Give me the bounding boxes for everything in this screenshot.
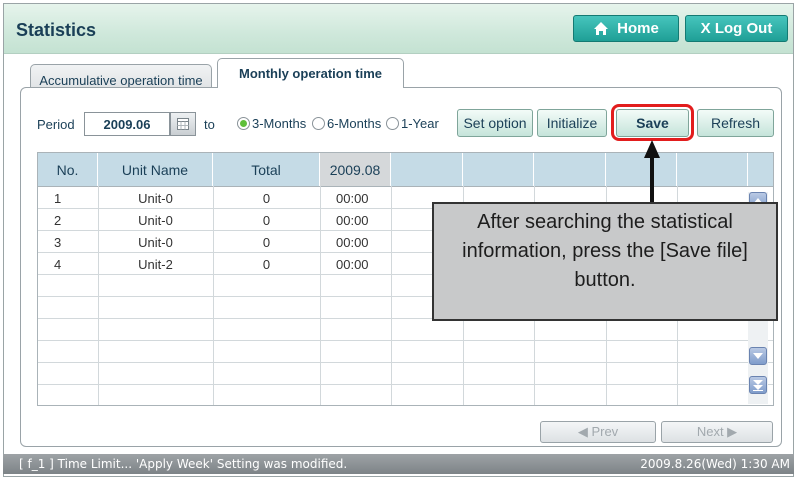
home-button-label: Home bbox=[617, 20, 659, 37]
table-cell: 00:00 bbox=[336, 234, 369, 250]
table-cell: Unit-0 bbox=[138, 212, 173, 228]
radio-3-months-label[interactable]: 3-Months bbox=[252, 116, 306, 131]
instruction-callout: After searching the statistical informat… bbox=[432, 202, 778, 321]
table-cell: 2 bbox=[54, 212, 62, 228]
column-header: 2009.08 bbox=[320, 153, 391, 186]
column-header bbox=[534, 153, 606, 186]
table-cell: 00:00 bbox=[336, 256, 369, 272]
radio-6-months-label[interactable]: 6-Months bbox=[327, 116, 381, 131]
column-header bbox=[463, 153, 534, 186]
period-label: Period bbox=[37, 117, 75, 132]
to-label: to bbox=[204, 117, 215, 132]
status-datetime: 2009.8.26(Wed) 1:30 AM bbox=[640, 457, 790, 471]
page-title: Statistics bbox=[16, 20, 97, 40]
status-message: [ f_1 ] Time Limit... 'Apply Week' Setti… bbox=[19, 457, 348, 471]
logout-button[interactable]: X Log Out bbox=[685, 15, 788, 42]
column-header bbox=[677, 153, 748, 186]
table-cell: 0 bbox=[262, 190, 271, 206]
calendar-button[interactable] bbox=[170, 112, 196, 136]
callout-arrow bbox=[644, 140, 660, 204]
period-input[interactable]: 2009.06 bbox=[84, 112, 170, 136]
status-bar: [ f_1 ] Time Limit... 'Apply Week' Setti… bbox=[3, 454, 794, 474]
table-cell: Unit-0 bbox=[138, 190, 173, 206]
table-cell: 00:00 bbox=[336, 212, 369, 228]
scroll-bottom-button[interactable] bbox=[749, 376, 767, 394]
table-cell: Unit-2 bbox=[138, 256, 173, 272]
radio-3-months[interactable] bbox=[237, 117, 250, 130]
table-cell: 0 bbox=[262, 234, 271, 250]
table-cell: 00:00 bbox=[336, 190, 369, 206]
column-header: Unit Name bbox=[98, 153, 213, 186]
radio-6-months[interactable] bbox=[312, 117, 325, 130]
radio-1-year-label[interactable]: 1-Year bbox=[401, 116, 439, 131]
column-header bbox=[391, 153, 463, 186]
radio-1-year[interactable] bbox=[386, 117, 399, 130]
chevron-down-icon bbox=[753, 353, 763, 359]
calendar-icon bbox=[177, 118, 189, 130]
refresh-button[interactable]: Refresh bbox=[697, 109, 774, 137]
scroll-down-button[interactable] bbox=[749, 347, 767, 365]
table-cell: Unit-0 bbox=[138, 234, 173, 250]
table-cell: 4 bbox=[54, 256, 62, 272]
table-cell: 3 bbox=[54, 234, 62, 250]
tab-monthly-operation-time[interactable]: Monthly operation time bbox=[217, 58, 404, 88]
double-chevron-down-icon bbox=[753, 379, 763, 391]
column-header: No. bbox=[38, 153, 98, 186]
next-page-button[interactable]: Next ▶ bbox=[661, 421, 773, 443]
save-highlight-box bbox=[611, 104, 694, 141]
set-option-button[interactable]: Set option bbox=[457, 109, 533, 137]
row-divider bbox=[38, 384, 773, 385]
table-cell: 0 bbox=[262, 212, 271, 228]
row-divider bbox=[38, 362, 773, 363]
title-bar: Statistics Home X Log Out bbox=[4, 4, 793, 54]
table-cell: 1 bbox=[54, 190, 62, 206]
home-button[interactable]: Home bbox=[573, 15, 679, 42]
column-header: Total bbox=[213, 153, 320, 186]
home-icon bbox=[594, 22, 609, 35]
initialize-button[interactable]: Initialize bbox=[537, 109, 607, 137]
row-divider bbox=[38, 340, 773, 341]
table-cell: 0 bbox=[262, 256, 271, 272]
column-header bbox=[748, 153, 773, 186]
prev-page-button[interactable]: ◀ Prev bbox=[540, 421, 656, 443]
